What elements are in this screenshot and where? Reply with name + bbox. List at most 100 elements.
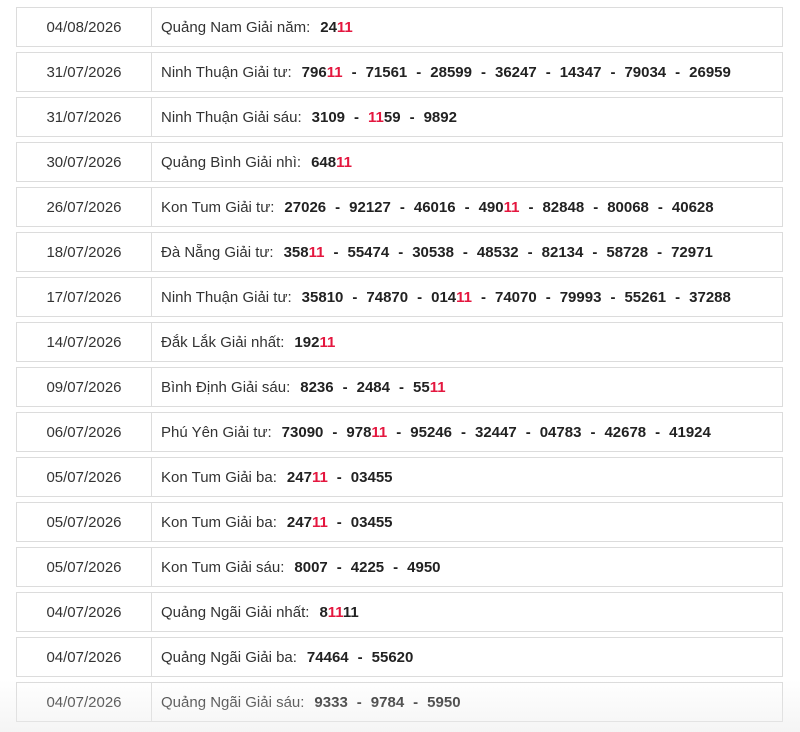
number-separator: -: [356, 693, 362, 711]
result-row: 04/07/2026 Quảng Ngãi Giải nhất: 81111: [16, 592, 783, 632]
prize-label: Quảng Ngãi Giải ba:: [161, 648, 297, 666]
result-description: Quảng Nam Giải năm: 2411: [152, 19, 353, 36]
prize-label: Phú Yên Giải tư:: [161, 423, 272, 441]
lottery-number: 5950: [427, 693, 461, 711]
lottery-number: 71561: [365, 63, 408, 81]
prize-label: Đắk Lắk Giải nhất:: [161, 333, 285, 351]
number-separator: -: [593, 198, 599, 216]
number-separator: -: [461, 423, 466, 441]
number-separator: -: [333, 243, 339, 261]
number-separator: -: [336, 558, 342, 576]
result-row: 31/07/2026 Ninh Thuận Giải tư: 79611-71561…: [16, 52, 783, 92]
lottery-number: 64811: [311, 153, 352, 171]
lottery-number: 82134: [541, 243, 584, 261]
prize-label: Quảng Nam Giải năm:: [161, 18, 311, 36]
number-separator: -: [354, 108, 360, 126]
number-separator: -: [464, 198, 470, 216]
highlighted-digits: 11: [319, 333, 336, 351]
lottery-number: 72971: [671, 243, 713, 261]
result-date: 31/07/2026: [17, 53, 152, 91]
result-date: 04/07/2026: [17, 593, 152, 631]
result-row: 09/07/2026 Bình Định Giải sáu: 8236-2484-5…: [16, 367, 783, 407]
result-date: 04/08/2026: [17, 8, 152, 46]
number-separator: -: [657, 198, 663, 216]
prize-label: Ninh Thuận Giải tư:: [161, 288, 292, 306]
lottery-number: 49011: [478, 198, 520, 216]
lottery-number: 14347: [559, 63, 602, 81]
result-row: 04/07/2026 Quảng Ngãi Giải ba: 74464-55620: [16, 637, 783, 677]
highlighted-digits: 11: [308, 243, 325, 261]
result-row: 18/07/2026 Đà Nẵng Giải tư: 35811-55474-30…: [16, 232, 783, 272]
lottery-number: 36247: [495, 63, 537, 81]
lottery-number: 5511: [413, 378, 446, 396]
lottery-number: 4950: [407, 558, 441, 576]
lottery-number: 2411: [320, 18, 353, 36]
highlighted-digits: 11: [336, 18, 353, 36]
prize-label: Bình Định Giải sáu:: [161, 378, 291, 396]
lottery-number: 74070: [495, 288, 537, 306]
result-row: 06/07/2026 Phú Yên Giải tư: 73090-97811-95…: [16, 412, 783, 452]
result-description: Đà Nẵng Giải tư: 35811-55474-30538-48532-…: [152, 244, 713, 261]
result-date: 26/07/2026: [17, 188, 152, 226]
result-row: 14/07/2026 Đắk Lắk Giải nhất: 19211: [16, 322, 783, 362]
number-separator: -: [675, 63, 681, 81]
result-description: Bình Định Giải sáu: 8236-2484-5511: [152, 379, 446, 396]
number-separator: -: [592, 243, 598, 261]
result-description: Quảng Ngãi Giải nhất: 81111: [152, 604, 359, 621]
lottery-number: 03455: [350, 513, 393, 531]
lottery-number: 79611: [301, 63, 343, 81]
lottery-number: 4225: [350, 558, 385, 576]
result-description: Quảng Bình Giải nhì: 64811: [152, 154, 352, 171]
lottery-number: 74870: [366, 288, 409, 306]
prize-label: Đà Nẵng Giải tư:: [161, 243, 274, 261]
number-separator: -: [332, 423, 338, 441]
number-separator: -: [481, 63, 486, 81]
number-separator: -: [462, 243, 468, 261]
result-description: Kon Tum Giải ba: 24711-03455: [152, 514, 393, 531]
highlighted-digits: 11: [368, 108, 384, 126]
result-row: 04/07/2026 Quảng Ngãi Giải sáu: 9333-9784-…: [16, 682, 783, 722]
lottery-number: 3109: [311, 108, 346, 126]
result-description: Đắk Lắk Giải nhất: 19211: [152, 334, 335, 351]
prize-label: Quảng Ngãi Giải nhất:: [161, 603, 310, 621]
number-separator: -: [527, 243, 533, 261]
result-row: 17/07/2026 Ninh Thuận Giải tư: 35810-74870…: [16, 277, 783, 317]
number-separator: -: [399, 198, 405, 216]
lottery-number: 97811: [346, 423, 388, 441]
lottery-number: 40628: [671, 198, 714, 216]
lottery-number: 42678: [604, 423, 647, 441]
lottery-number: 24711: [286, 468, 328, 486]
lottery-number: 2484: [356, 378, 390, 396]
highlighted-digits: 11: [429, 378, 446, 396]
lottery-number: 26959: [689, 63, 731, 81]
lottery-number: 27026: [284, 198, 327, 216]
number-separator: -: [525, 423, 531, 441]
lottery-number: 9333: [314, 693, 348, 711]
prize-label: Kon Tum Giải ba:: [161, 513, 277, 531]
lottery-number: 95246: [410, 423, 452, 441]
prize-label: Kon Tum Giải tư:: [161, 198, 275, 216]
lottery-number: 55261: [624, 288, 667, 306]
result-description: Kon Tum Giải tư: 27026-92127-46016-49011-…: [152, 199, 714, 216]
lottery-number: 35810: [301, 288, 344, 306]
number-separator: -: [409, 108, 415, 126]
number-separator: -: [481, 288, 486, 306]
lottery-number: 01411: [431, 288, 472, 306]
highlighted-digits: 11: [336, 153, 352, 171]
highlighted-digits: 11: [456, 288, 472, 306]
number-separator: -: [528, 198, 534, 216]
number-separator: -: [590, 423, 596, 441]
result-date: 05/07/2026: [17, 548, 152, 586]
highlighted-digits: 11: [311, 468, 328, 486]
result-date: 30/07/2026: [17, 143, 152, 181]
lottery-number: 32447: [475, 423, 517, 441]
result-row: 05/07/2026 Kon Tum Giải sáu: 8007-4225-495…: [16, 547, 783, 587]
lottery-number: 24711: [286, 513, 328, 531]
lottery-number: 03455: [350, 468, 393, 486]
lottery-number: 9784: [370, 693, 405, 711]
result-row: 05/07/2026 Kon Tum Giải ba: 24711-03455: [16, 457, 783, 497]
number-separator: -: [657, 243, 663, 261]
number-separator: -: [352, 288, 358, 306]
lottery-number: 8236: [300, 378, 334, 396]
number-separator: -: [336, 468, 342, 486]
